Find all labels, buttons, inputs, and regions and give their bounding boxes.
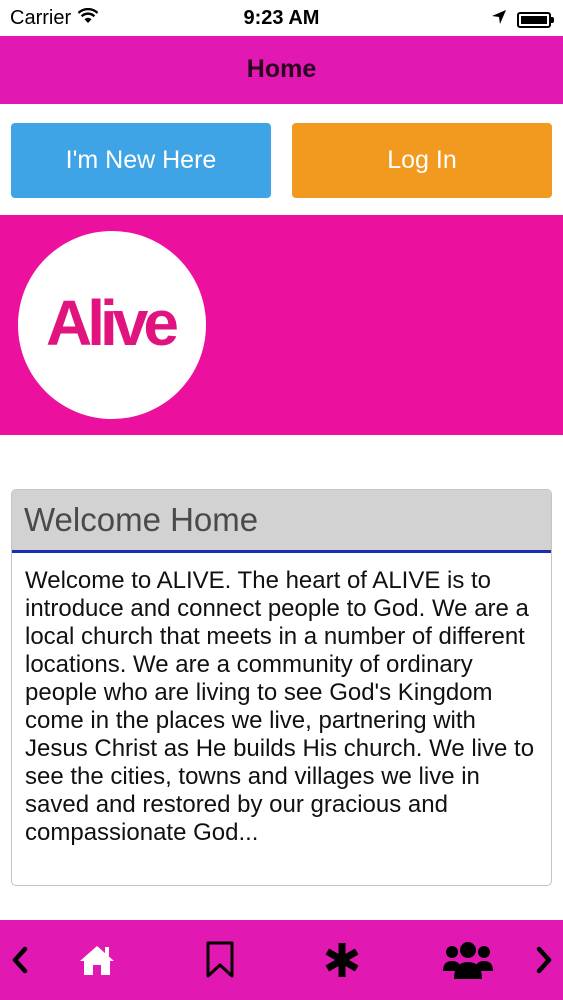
bookmark-icon[interactable] xyxy=(196,920,244,1000)
welcome-text: Welcome to ALIVE. The heart of ALIVE is … xyxy=(25,567,535,846)
welcome-card: Welcome Home Welcome to ALIVE. The heart… xyxy=(11,489,552,886)
status-time: 9:23 AM xyxy=(243,7,320,29)
status-bar: Carrier 9:23 AM xyxy=(0,0,563,36)
home-icon[interactable] xyxy=(72,920,122,1000)
page-title: Home xyxy=(246,54,317,83)
alive-logo-text: Alive xyxy=(46,287,179,359)
welcome-card-header: Welcome Home xyxy=(12,490,551,553)
im-new-here-button[interactable]: I'm New Here xyxy=(11,123,271,198)
welcome-title: Welcome Home xyxy=(24,501,259,538)
chevron-left-icon[interactable] xyxy=(0,920,40,1000)
log-in-button[interactable]: Log In xyxy=(292,123,552,198)
asterisk-icon[interactable] xyxy=(318,920,366,1000)
church-banner: Alive xyxy=(0,215,563,435)
battery-icon xyxy=(517,11,554,28)
bottom-tab-bar xyxy=(0,920,563,1000)
location-arrow-icon xyxy=(491,8,507,31)
chevron-right-icon[interactable] xyxy=(525,920,563,1000)
battery-level xyxy=(521,15,547,24)
group-icon[interactable] xyxy=(440,920,496,1000)
status-right xyxy=(491,8,554,31)
navigation-bar: Home xyxy=(0,36,563,104)
alive-logo: Alive xyxy=(18,231,206,419)
